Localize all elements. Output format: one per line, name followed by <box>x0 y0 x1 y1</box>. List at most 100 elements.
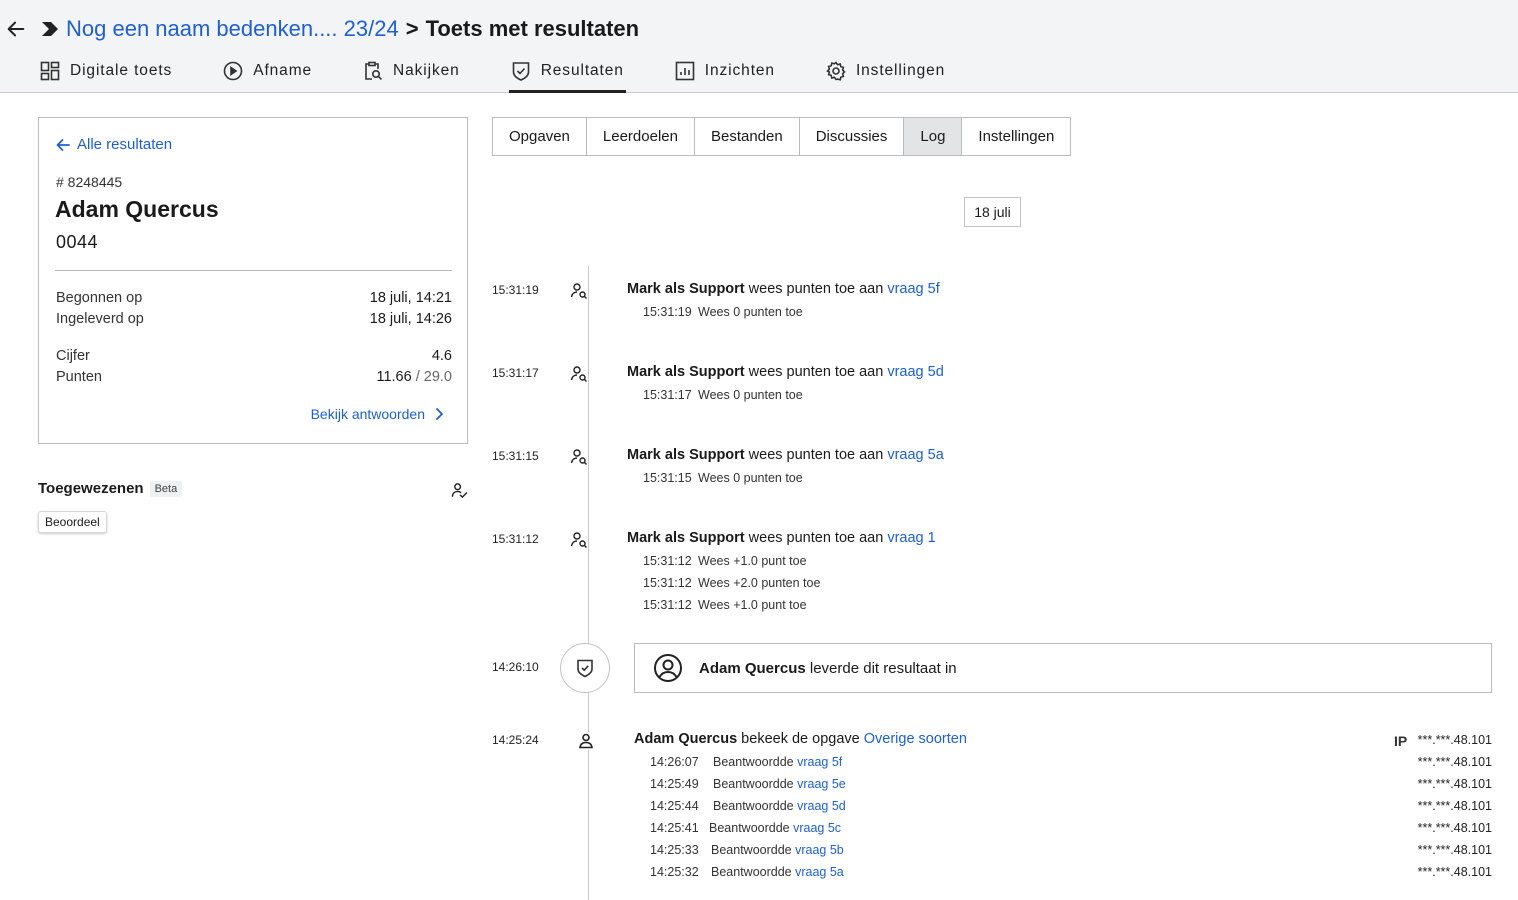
play-circle-icon <box>223 61 243 81</box>
log-text: wees punten toe aan <box>744 281 888 297</box>
log-sub-time: 15:31:19 <box>643 305 692 319</box>
topic-link[interactable]: Overige soorten <box>864 731 967 747</box>
tab-nakijken[interactable]: Nakijken <box>363 52 460 90</box>
log-sub-time: 15:31:15 <box>643 471 692 485</box>
question-link[interactable]: vraag 5e <box>797 777 846 791</box>
timeline-line <box>588 266 589 900</box>
question-link[interactable]: vraag 5c <box>793 821 841 835</box>
all-results-label: Alle resultaten <box>77 136 173 153</box>
log-sub-text: Wees +1.0 punt toe <box>698 554 807 568</box>
log-sub-text: Beantwoordde <box>713 755 794 769</box>
points-max: 29.0 <box>423 369 452 385</box>
grade-value: 4.6 <box>431 348 452 364</box>
tab-digitale-toets[interactable]: Digitale toets <box>40 52 172 90</box>
log-time: 14:25:24 <box>492 733 539 747</box>
submit-event-card: Adam Quercus leverde dit resultaat in <box>634 643 1492 693</box>
tab-label: Resultaten <box>540 62 624 79</box>
subtab-opgaven[interactable]: Opgaven <box>493 118 587 155</box>
log-sub-text: Beantwoordde <box>713 799 794 813</box>
assignees-heading: Toegewezenen Beta <box>38 480 468 497</box>
log-sub-time: 14:25:32 <box>650 865 699 879</box>
shield-check-icon <box>577 659 593 678</box>
question-link[interactable]: vraag 5a <box>795 865 844 879</box>
tab-afname[interactable]: Afname <box>223 52 312 90</box>
student-number: 0044 <box>56 232 99 252</box>
breadcrumb-separator: > <box>405 16 419 41</box>
question-link[interactable]: vraag 5f <box>887 281 939 297</box>
log-sub-time: 14:25:49 <box>650 777 699 791</box>
log-text: bekeek de opgave <box>737 731 864 747</box>
log-sub-text: Beantwoordde <box>709 821 790 835</box>
log-entry-heading: Mark als Support wees punten toe aan vra… <box>627 364 944 380</box>
log-sub-entry: 15:31:12 Wees +1.0 punt toe <box>643 598 807 612</box>
log-actor: Mark als Support <box>627 364 745 380</box>
subtab-discussies[interactable]: Discussies <box>800 118 905 155</box>
breadcrumb: Nog een naam bedenken.... 23/24 > Toets … <box>40 14 639 44</box>
log-sub-time: 14:25:44 <box>650 799 699 813</box>
submit-event-marker <box>560 643 610 693</box>
all-results-link[interactable]: Alle resultaten <box>56 136 172 153</box>
chevron-tag-icon <box>42 22 58 36</box>
arrow-left-icon <box>56 138 70 151</box>
log-sub-entry: 15:31:15 Wees 0 punten toe <box>643 471 803 485</box>
user-search-icon <box>570 531 588 549</box>
tab-label: Digitale toets <box>70 62 173 79</box>
beta-badge: Beta <box>149 480 183 497</box>
tab-inzichten[interactable]: Inzichten <box>675 52 775 90</box>
log-time: 15:31:17 <box>492 366 539 380</box>
question-link[interactable]: vraag 5a <box>887 447 943 463</box>
ip-address: ***.***.48.101 <box>1417 843 1492 857</box>
subtab-leerdoelen[interactable]: Leerdoelen <box>587 118 695 155</box>
submitted-label: Ingeleverd op <box>56 311 144 327</box>
subtab-bestanden[interactable]: Bestanden <box>695 118 800 155</box>
log-sub-entry: 14:25:33 Beantwoordde vraag 5b <box>650 843 844 857</box>
chevron-right-icon <box>436 408 443 420</box>
log-sub-text: Wees 0 punten toe <box>698 305 803 319</box>
log-sub-text: Wees +1.0 punt toe <box>698 598 807 612</box>
log-sub-text: Wees +2.0 punten toe <box>698 576 821 590</box>
log-sub-entry: 15:31:17 Wees 0 punten toe <box>643 388 803 402</box>
tab-instellingen[interactable]: Instellingen <box>826 52 945 90</box>
log-text: wees punten toe aan <box>744 364 888 380</box>
subtab-instellingen[interactable]: Instellingen <box>962 118 1070 155</box>
beoordeel-chip[interactable]: Beoordeel <box>38 511 107 533</box>
log-actor: Adam Quercus <box>634 731 738 747</box>
log-actor: Mark als Support <box>627 281 745 297</box>
log-sub-entry: 14:25:32 Beantwoordde vraag 5a <box>650 865 844 879</box>
log-time: 15:31:19 <box>492 283 539 297</box>
log-sub-text: Wees 0 punten toe <box>698 471 803 485</box>
log-time: 15:31:12 <box>492 532 539 546</box>
log-sub-entry: 15:31:12 Wees +1.0 punt toe <box>643 554 807 568</box>
tab-resultaten[interactable]: Resultaten <box>508 52 626 93</box>
tab-label: Afname <box>253 62 313 79</box>
grade-row: Cijfer 4.6 <box>56 348 452 364</box>
view-answers-link[interactable]: Bekijk antwoorden <box>311 406 445 422</box>
log-sub-entry: 15:31:19 Wees 0 punten toe <box>643 305 803 319</box>
points-row: Punten 11.66 / 29.0 <box>56 369 452 385</box>
page-title: Toets met resultaten <box>425 16 640 41</box>
started-label: Begonnen op <box>56 290 143 306</box>
log-sub-text: Wees 0 punten toe <box>698 388 803 402</box>
log-sub-entry: 15:31:12 Wees +2.0 punten toe <box>643 576 820 590</box>
back-arrow-icon[interactable] <box>5 18 27 40</box>
user-search-icon <box>570 365 588 383</box>
assign-user-icon[interactable] <box>451 482 468 499</box>
log-sub-time: 15:31:17 <box>643 388 692 402</box>
question-link[interactable]: vraag 5b <box>795 843 844 857</box>
assignees-title: Toegewezenen <box>38 480 144 497</box>
log-sub-entry: 14:25:49 Beantwoordde vraag 5e <box>650 777 846 791</box>
bar-chart-icon <box>675 61 695 81</box>
submit-actor: Adam Quercus <box>699 659 806 677</box>
question-link[interactable]: vraag 1 <box>887 530 935 546</box>
question-link[interactable]: vraag 5f <box>797 755 842 769</box>
main-tabs: Digitale toets Afname Nakijken Resultate… <box>40 52 996 93</box>
question-link[interactable]: vraag 5d <box>887 364 943 380</box>
ip-address: ***.***.48.101 <box>1417 777 1492 791</box>
grid-icon <box>40 61 60 81</box>
submitted-row: Ingeleverd op 18 juli, 14:26 <box>56 311 452 327</box>
question-link[interactable]: vraag 5d <box>797 799 846 813</box>
breadcrumb-parent-link[interactable]: Nog een naam bedenken.... 23/24 <box>66 16 399 42</box>
submit-text: leverde dit resultaat in <box>805 659 957 677</box>
subtab-log[interactable]: Log <box>904 118 963 155</box>
result-subtabs: Opgaven Leerdoelen Bestanden Discussies … <box>492 117 1072 156</box>
